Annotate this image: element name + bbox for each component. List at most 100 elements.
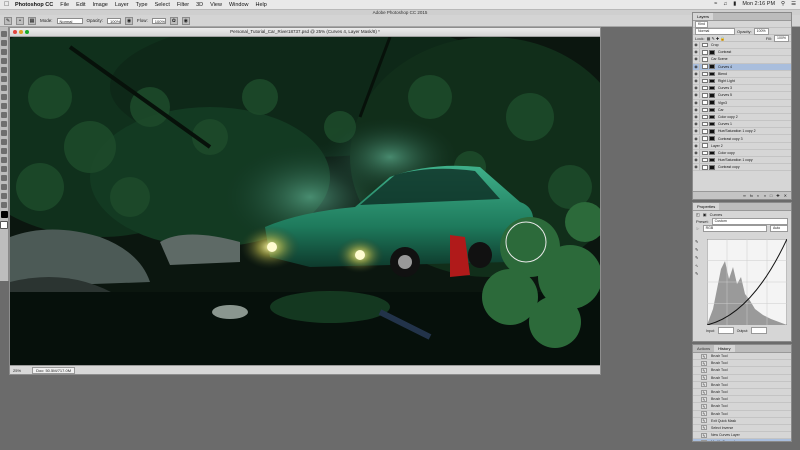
layer-row[interactable]: ◉ Right Light — [693, 78, 791, 86]
wifi-icon[interactable]: ≈ — [714, 1, 717, 7]
visibility-eye-icon[interactable]: ◉ — [693, 63, 700, 70]
layer-thumbnail[interactable] — [702, 93, 708, 98]
healing-tool-icon[interactable] — [1, 85, 7, 91]
layer-name[interactable]: Curves 5 — [718, 93, 732, 97]
history-state[interactable]: ✎ Exit Quick Mask — [693, 418, 791, 425]
tab-actions[interactable]: Actions — [693, 345, 714, 352]
layer-thumbnail[interactable] — [702, 85, 708, 91]
path-select-tool-icon[interactable] — [1, 175, 7, 181]
visibility-eye-icon[interactable]: ◉ — [693, 149, 700, 156]
history-state[interactable]: ✎ Brush Tool — [693, 375, 791, 382]
layer-row[interactable]: ◉ Color copy 2 — [693, 113, 791, 122]
blur-tool-icon[interactable] — [1, 139, 7, 145]
history-state[interactable]: ✎ Brush Tool — [693, 396, 791, 404]
visibility-eye-icon[interactable]: ◉ — [693, 157, 700, 164]
history-state[interactable]: ✎ Brush Tool — [693, 389, 791, 397]
layer-mask-thumbnail[interactable] — [709, 50, 715, 55]
layer-thumbnail[interactable] — [702, 114, 708, 120]
pressure-opacity-icon[interactable]: ◉ — [125, 16, 134, 25]
layer-thumbnail[interactable] — [702, 143, 708, 148]
menu-help[interactable]: Help — [256, 2, 267, 8]
layer-mask-thumbnail[interactable] — [709, 136, 715, 141]
output-field[interactable] — [751, 327, 768, 334]
sample-black-eyedropper-icon[interactable]: ✎ — [695, 239, 703, 244]
opacity-field[interactable]: 100% — [107, 17, 122, 24]
menu-filter[interactable]: Filter — [177, 2, 189, 8]
foreground-color-swatch[interactable] — [0, 211, 8, 218]
apple-icon[interactable]:  — [4, 1, 11, 8]
layer-name[interactable]: Car — [718, 108, 724, 112]
layer-row[interactable]: ◉ Hue/Saturation 1 copy — [693, 157, 791, 165]
layer-mask-thumbnail[interactable] — [709, 114, 715, 120]
search-icon[interactable]: ⚲ — [781, 1, 785, 7]
curve-point-tool-icon[interactable]: ∿ — [695, 263, 703, 268]
hand-tool-icon[interactable] — [1, 193, 7, 199]
layer-name[interactable]: Vign3 — [718, 101, 727, 105]
visibility-eye-icon[interactable]: ◉ — [693, 135, 700, 142]
tab-history[interactable]: History — [714, 345, 735, 352]
menu-file[interactable]: File — [60, 2, 69, 8]
layer-row[interactable]: ◉ Car Scene — [693, 56, 791, 64]
layer-name[interactable]: Car Scene — [711, 57, 728, 61]
layer-row[interactable]: ◉ Color copy — [693, 149, 791, 157]
visibility-eye-icon[interactable]: ◉ — [693, 49, 700, 56]
layer-row[interactable]: ◉ Blend — [693, 70, 791, 78]
channel-select[interactable]: RGB — [702, 225, 767, 232]
clone-stamp-tool-icon[interactable] — [1, 103, 7, 109]
history-state[interactable]: ✎ Modify Curves Layer — [693, 439, 791, 441]
shape-tool-icon[interactable] — [1, 184, 7, 190]
airbrush-icon[interactable]: ✿ — [169, 16, 178, 25]
layer-row[interactable]: ◉ Curves 5 — [693, 92, 791, 100]
layer-mask-thumbnail[interactable] — [709, 71, 715, 77]
target-adjust-icon[interactable]: ☞ — [696, 226, 700, 231]
new-group-icon[interactable]: □ — [770, 192, 772, 199]
layer-thumbnail[interactable] — [702, 136, 708, 141]
layer-mask-thumbnail[interactable] — [709, 157, 715, 163]
layer-row[interactable]: ◉ Crop — [693, 42, 791, 50]
history-state[interactable]: ✎ Brush Tool — [693, 403, 791, 411]
layer-name[interactable]: Contrast copy — [718, 165, 740, 169]
visibility-eye-icon[interactable]: ◉ — [693, 99, 700, 106]
layer-row[interactable]: ◉ Contrast copy 3 — [693, 135, 791, 143]
image-canvas[interactable] — [10, 37, 600, 365]
visibility-eye-icon[interactable]: ◉ — [693, 164, 700, 171]
layer-name[interactable]: Curves 4 — [718, 65, 732, 69]
history-state[interactable]: ✎ New Curves Layer — [693, 432, 791, 440]
brush-preset-icon[interactable]: • — [16, 16, 24, 25]
zoom-window-icon[interactable] — [25, 30, 29, 34]
layer-mask-thumbnail[interactable] — [709, 78, 715, 84]
brush-panel-icon[interactable]: ▦ — [28, 16, 36, 25]
layer-row[interactable]: ◉ Contrast copy — [693, 164, 791, 172]
layer-thumbnail[interactable] — [702, 165, 708, 170]
zoom-tool-icon[interactable] — [1, 202, 7, 208]
layer-mask-thumbnail[interactable] — [709, 165, 715, 170]
mask-icon[interactable]: ▣ — [703, 212, 707, 217]
delete-layer-icon[interactable]: ✕ — [784, 192, 787, 199]
document-info[interactable]: Doc: 50.5M/717.0M — [32, 367, 76, 374]
adjustment-layer-icon[interactable]: ◑ — [763, 192, 765, 199]
layer-thumbnail[interactable] — [702, 64, 708, 69]
visibility-eye-icon[interactable]: ◉ — [693, 42, 700, 49]
input-field[interactable] — [717, 327, 734, 334]
layer-mask-thumbnail[interactable] — [709, 121, 715, 127]
menu-app-name[interactable]: Photoshop CC — [15, 2, 53, 8]
sample-white-eyedropper-icon[interactable]: ✎ — [695, 255, 703, 260]
history-state[interactable]: ✎ Select Inverse — [693, 425, 791, 433]
layer-name[interactable]: Curves 1 — [718, 122, 732, 126]
layer-row[interactable]: ◉ Car — [693, 106, 791, 114]
layer-row[interactable]: ◉ Hue/Saturation 1 copy 2 — [693, 128, 791, 136]
menu-select[interactable]: Select — [155, 2, 170, 8]
layer-row[interactable]: ◉ Curves 3 — [693, 85, 791, 93]
visibility-eye-icon[interactable]: ◉ — [693, 92, 700, 99]
curves-graph[interactable] — [707, 239, 787, 325]
preset-select[interactable]: Custom — [711, 218, 788, 225]
layer-thumbnail[interactable] — [702, 150, 708, 156]
menu-window[interactable]: Window — [229, 2, 249, 8]
layer-mask-thumbnail[interactable] — [709, 150, 715, 156]
history-state[interactable]: ✎ Brush Tool — [693, 360, 791, 368]
layer-row[interactable]: ◉ Layer 2 — [693, 142, 791, 150]
tab-properties[interactable]: Properties — [693, 203, 720, 210]
layer-thumbnail[interactable] — [702, 50, 708, 55]
filter-kind-select[interactable]: Kind — [695, 20, 709, 28]
layer-thumbnail[interactable] — [702, 78, 708, 84]
